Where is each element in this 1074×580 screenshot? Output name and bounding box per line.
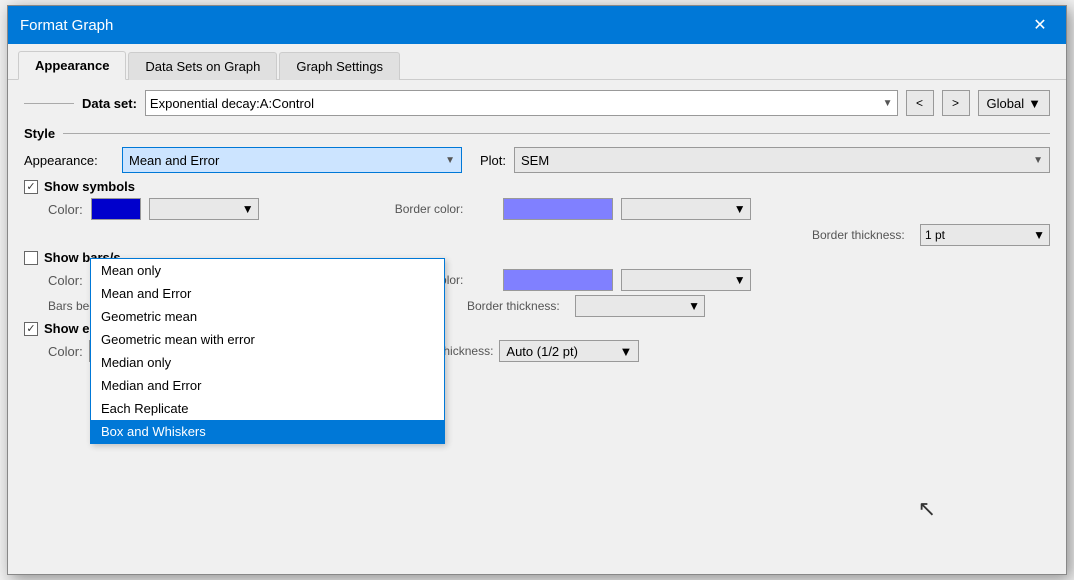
plot-label: Plot: — [480, 153, 506, 168]
show-symbols-checkbox[interactable] — [24, 180, 38, 194]
tab-data-sets[interactable]: Data Sets on Graph — [128, 52, 277, 80]
show-symbols-row: Show symbols — [24, 179, 1050, 194]
dataset-select[interactable]: Exponential decay:A:Control ▼ — [145, 90, 898, 116]
bars-thickness-label: Border thickness: — [467, 299, 567, 313]
tabs-bar: Appearance Data Sets on Graph Graph Sett… — [8, 44, 1066, 80]
dataset-row: Data set: Exponential decay:A:Control ▼ … — [24, 90, 1050, 116]
dialog-title: Format Graph — [20, 17, 113, 34]
dataset-value: Exponential decay:A:Control — [150, 96, 314, 111]
dd-item-box-whiskers[interactable]: Box and Whiskers — [91, 420, 444, 443]
show-error-bars-checkbox[interactable] — [24, 322, 38, 336]
dataset-dropdown-arrow: ▼ — [883, 98, 893, 109]
dd-item-each-replicate[interactable]: Each Replicate — [91, 397, 444, 420]
dd-item-mean-only[interactable]: Mean only — [91, 259, 444, 282]
error-color-label: Color: — [48, 344, 83, 359]
bars-color-label: Color: — [48, 273, 83, 288]
plot-value: SEM — [521, 153, 549, 168]
plot-dropdown-arrow: ▼ — [1033, 155, 1043, 166]
tab-appearance[interactable]: Appearance — [18, 51, 126, 80]
appearance-dropdown-popup: Mean only Mean and Error Geometric mean … — [90, 258, 445, 444]
dd-item-geometric-mean-error[interactable]: Geometric mean with error — [91, 328, 444, 351]
symbols-thickness-arrow: ▼ — [1033, 228, 1045, 242]
show-bars-checkbox[interactable] — [24, 251, 38, 265]
dataset-next-button[interactable]: > — [942, 90, 970, 116]
symbols-thickness-dropdown[interactable]: 1 pt ▼ — [920, 224, 1050, 246]
symbols-border-dropdown[interactable]: ▼ — [621, 198, 751, 220]
show-symbols-label: Show symbols — [44, 179, 135, 194]
dataset-label: Data set: — [82, 96, 137, 111]
appearance-row: Appearance: Mean and Error ▼ Plot: SEM ▼ — [24, 147, 1050, 173]
close-button[interactable]: ✕ — [1026, 11, 1054, 39]
bars-thickness-arrow: ▼ — [688, 299, 700, 313]
symbols-fill-arrow: ▼ — [242, 202, 254, 216]
symbols-border-swatch[interactable] — [503, 198, 613, 220]
symbols-color-swatch[interactable] — [91, 198, 141, 220]
symbols-border-color-label: Border color: — [395, 202, 495, 216]
symbols-color-row: Color: ▼ Border color: ▼ — [24, 198, 1050, 220]
appearance-label: Appearance: — [24, 153, 114, 168]
dd-item-median-only[interactable]: Median only — [91, 351, 444, 374]
dd-item-mean-and-error[interactable]: Mean and Error — [91, 282, 444, 305]
bars-thickness-dropdown[interactable]: ▼ — [575, 295, 705, 317]
appearance-value: Mean and Error — [129, 153, 219, 168]
thickness-value: Auto (1/2 pt) — [506, 344, 578, 359]
style-section-title: Style — [24, 126, 1050, 141]
symbols-border-thickness-label: Border thickness: — [812, 228, 912, 242]
tab-graph-settings[interactable]: Graph Settings — [279, 52, 400, 80]
symbols-fill-dropdown[interactable]: ▼ — [149, 198, 259, 220]
bars-border-dropdown[interactable]: ▼ — [621, 269, 751, 291]
global-label: Global — [987, 96, 1025, 111]
dd-item-geometric-mean[interactable]: Geometric mean — [91, 305, 444, 328]
bars-border-arrow: ▼ — [734, 273, 746, 287]
appearance-dropdown[interactable]: Mean and Error ▼ — [122, 147, 462, 173]
title-bar: Format Graph ✕ — [8, 6, 1066, 44]
symbols-border-arrow: ▼ — [734, 202, 746, 216]
symbols-thickness-row: Border thickness: 1 pt ▼ — [24, 224, 1050, 246]
plot-dropdown[interactable]: SEM ▼ — [514, 147, 1050, 173]
symbols-thickness-value: 1 pt — [925, 228, 945, 242]
global-button[interactable]: Global ▼ — [978, 90, 1050, 116]
bars-border-swatch[interactable] — [503, 269, 613, 291]
appearance-dropdown-arrow: ▼ — [445, 155, 455, 166]
dd-item-median-and-error[interactable]: Median and Error — [91, 374, 444, 397]
format-graph-dialog: Format Graph ✕ Appearance Data Sets on G… — [7, 5, 1067, 575]
thickness-dropdown[interactable]: Auto (1/2 pt) ▼ — [499, 340, 639, 362]
cursor-indicator: ↖ — [918, 496, 936, 522]
symbols-color-label: Color: — [48, 202, 83, 217]
dataset-prev-button[interactable]: < — [906, 90, 934, 116]
global-arrow: ▼ — [1028, 96, 1041, 111]
thickness-arrow: ▼ — [620, 344, 633, 359]
tab-content: Data set: Exponential decay:A:Control ▼ … — [8, 80, 1066, 574]
